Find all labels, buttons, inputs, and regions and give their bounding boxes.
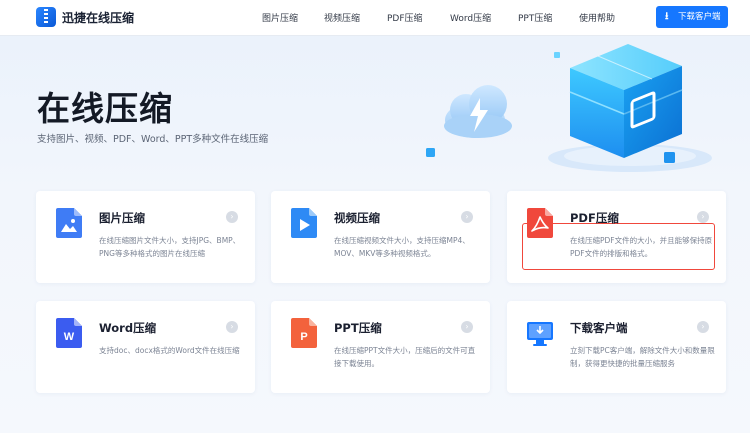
chevron-right-icon[interactable]: › xyxy=(226,321,238,333)
nav-item-help[interactable]: 使用帮助 xyxy=(579,11,615,24)
hero-title: 在线压缩 xyxy=(37,89,173,128)
svg-text:P: P xyxy=(300,331,307,343)
floating-cube-icon xyxy=(664,152,675,163)
card-title: 视频压缩 xyxy=(334,211,380,225)
download-icon: ⭳ xyxy=(665,11,669,22)
hero-compress-box-illustration xyxy=(426,44,712,172)
chevron-right-icon[interactable]: › xyxy=(226,211,238,223)
card-video-compress[interactable]: 视频压缩 › 在线压缩视频文件大小，支持压缩MP4、MOV、MKV等多种视频格式… xyxy=(271,191,490,283)
card-description: 在线压缩视频文件大小，支持压缩MP4、MOV、MKV等多种视频格式。 xyxy=(334,236,470,258)
page: 迅捷在线压缩 图片压缩 视频压缩 PDF压缩 Word压缩 PPT压缩 使用帮助… xyxy=(0,0,750,433)
card-title: 图片压缩 xyxy=(99,211,145,225)
word-file-icon: W xyxy=(56,318,82,348)
download-client-label: 下载客户端 xyxy=(678,12,721,22)
hero-subtitle: 支持图片、视频、PDF、Word、PPT多种文件在线压缩 xyxy=(37,134,269,145)
video-file-icon xyxy=(291,208,317,238)
card-download-client[interactable]: 下载客户端 › 立刻下载PC客户端，解除文件大小和数量限制，获得更快捷的批量压缩… xyxy=(507,301,726,393)
card-ppt-compress[interactable]: P PPT压缩 › 在线压缩PPT文件大小，压缩后的文件可直接下载使用。 xyxy=(271,301,490,393)
card-word-compress[interactable]: W Word压缩 › 支持doc、docx格式的Word文件在线压缩 xyxy=(36,301,255,393)
card-pdf-compress[interactable]: PDF压缩 › 在线压缩PDF文件的大小，并且能够保持原PDF文件的排版和格式。 xyxy=(507,191,726,283)
nav-item-pdf-compress[interactable]: PDF压缩 xyxy=(387,11,423,24)
chevron-right-icon[interactable]: › xyxy=(461,211,473,223)
ppt-file-icon: P xyxy=(291,318,317,348)
nav-item-word-compress[interactable]: Word压缩 xyxy=(450,11,491,24)
card-description: 在线压缩PDF文件的大小，并且能够保持原PDF文件的排版和格式。 xyxy=(570,236,713,258)
cloud-lightning-icon xyxy=(444,85,512,138)
card-image-compress[interactable]: 图片压缩 › 在线压缩图片文件大小，支持JPG、BMP、PNG等多种格式的图片在… xyxy=(36,191,255,283)
card-title: PDF压缩 xyxy=(570,211,619,225)
download-client-button[interactable]: ⭳ 下载客户端 xyxy=(656,6,728,28)
floating-cube-icon xyxy=(426,148,435,157)
pdf-file-icon xyxy=(527,208,553,238)
chevron-right-icon[interactable]: › xyxy=(697,321,709,333)
nav-item-image-compress[interactable]: 图片压缩 xyxy=(262,11,298,24)
chevron-right-icon[interactable]: › xyxy=(461,321,473,333)
floating-cube-icon xyxy=(554,52,560,58)
card-title: PPT压缩 xyxy=(334,321,382,335)
image-file-icon xyxy=(56,208,82,238)
chevron-right-icon[interactable]: › xyxy=(697,211,709,223)
card-title: Word压缩 xyxy=(99,321,157,335)
nav-item-video-compress[interactable]: 视频压缩 xyxy=(324,11,360,24)
card-description: 支持doc、docx格式的Word文件在线压缩 xyxy=(99,346,240,355)
svg-text:W: W xyxy=(64,331,75,343)
desktop-download-icon xyxy=(527,322,553,346)
main-nav: 图片压缩 视频压缩 PDF压缩 Word压缩 PPT压缩 使用帮助 xyxy=(0,11,750,25)
top-navigation-bar: 迅捷在线压缩 图片压缩 视频压缩 PDF压缩 Word压缩 PPT压缩 使用帮助… xyxy=(0,0,750,36)
card-title: 下载客户端 xyxy=(570,321,628,335)
nav-item-ppt-compress[interactable]: PPT压缩 xyxy=(518,11,552,24)
card-description: 立刻下载PC客户端，解除文件大小和数量限制，获得更快捷的批量压缩服务 xyxy=(570,346,715,368)
card-description: 在线压缩PPT文件大小，压缩后的文件可直接下载使用。 xyxy=(334,346,476,368)
compression-cube-icon xyxy=(569,44,683,158)
card-description: 在线压缩图片文件大小，支持JPG、BMP、PNG等多种格式的图片在线压缩 xyxy=(99,236,241,258)
